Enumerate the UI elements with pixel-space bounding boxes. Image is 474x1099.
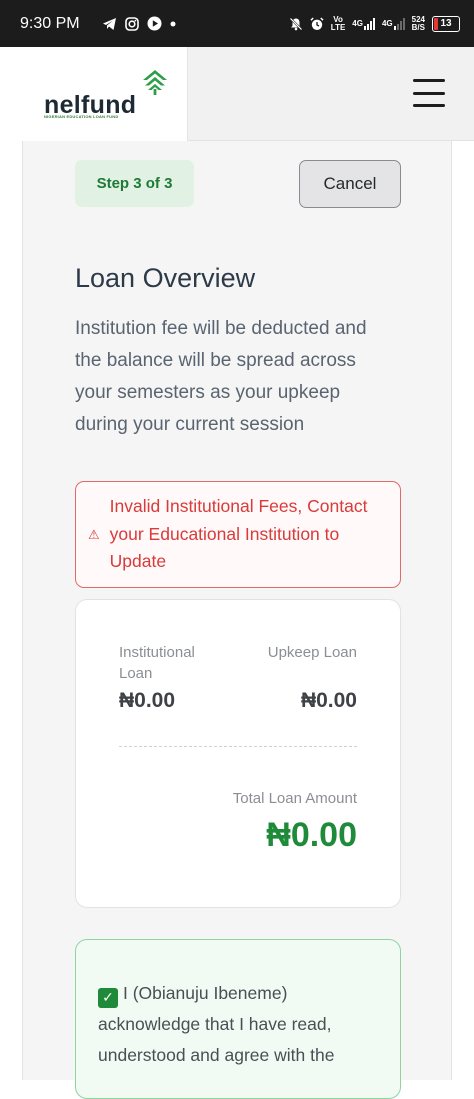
acknowledgement-text: I (Obianuju Ibeneme) acknowledge that I … (98, 983, 335, 1065)
overview-description: Institution fee will be deducted and the… (75, 318, 367, 435)
alarm-icon (310, 16, 324, 31)
upkeep-loan-label: Upkeep Loan (267, 644, 357, 661)
total-loan-label: Total Loan Amount (232, 790, 357, 807)
status-system-icons: Vo LTE 4G 4G 524 B/S 13 (289, 14, 460, 32)
loan-summary-card: Institutional Loan Upkeep Loan ₦0.00 ₦0.… (75, 599, 401, 908)
signal-4g-icon-2: 4G (382, 17, 405, 30)
loan-form-panel: Step 3 of 3 Cancel Loan Overview Institu… (22, 141, 452, 1099)
brand-subtitle: NIGERIAN EDUCATION LOAN FUND (44, 114, 119, 119)
acknowledge-checkbox[interactable]: ✓ (98, 987, 118, 1008)
alert-message: Invalid Institutional Fees, Contact your… (109, 496, 368, 572)
summary-divider (119, 746, 357, 747)
battery-icon: 13 (432, 15, 460, 32)
telegram-icon (102, 17, 117, 31)
institutional-loan-label: Institutional Loan (119, 644, 195, 682)
volte-icon: Vo LTE (330, 14, 346, 32)
status-notification-icons (102, 16, 176, 31)
instagram-icon (124, 16, 139, 31)
error-alert: ⚠ Invalid Institutional Fees, Contact yo… (75, 481, 401, 588)
step-badge: Step 3 of 3 (75, 160, 194, 207)
status-bar: 9:30 PM Vo LTE 4G 4G 524 B/S 13 (0, 0, 474, 47)
play-icon (147, 16, 162, 31)
network-speed: 524 B/S (411, 14, 425, 32)
hamburger-menu-icon[interactable] (413, 79, 445, 107)
acknowledgement-text-block: ✓ I (Obianuju Ibeneme) acknowledge that I… (98, 978, 388, 1071)
mute-icon (289, 17, 303, 31)
institutional-loan-value: ₦0.00 (119, 689, 176, 712)
app-header: nelfund NIGERIAN EDUCATION LOAN FUND (0, 47, 474, 141)
total-loan-value: ₦0.00 (266, 816, 357, 854)
battery-level: 13 (440, 18, 452, 29)
page-title: Loan Overview (75, 263, 256, 293)
cancel-button[interactable]: Cancel (299, 160, 401, 208)
signal-4g-icon: 4G (352, 17, 375, 30)
acknowledgement-box: ✓ I (Obianuju Ibeneme) acknowledge that I… (75, 939, 401, 1099)
nelfund-logo[interactable]: nelfund NIGERIAN EDUCATION LOAN FUND (0, 47, 188, 141)
status-time: 9:30 PM (20, 14, 80, 32)
upkeep-loan-value: ₦0.00 (300, 689, 357, 712)
dot-icon (170, 21, 176, 27)
logo-tree-icon (143, 70, 167, 95)
warning-icon: ⚠ (88, 526, 100, 542)
